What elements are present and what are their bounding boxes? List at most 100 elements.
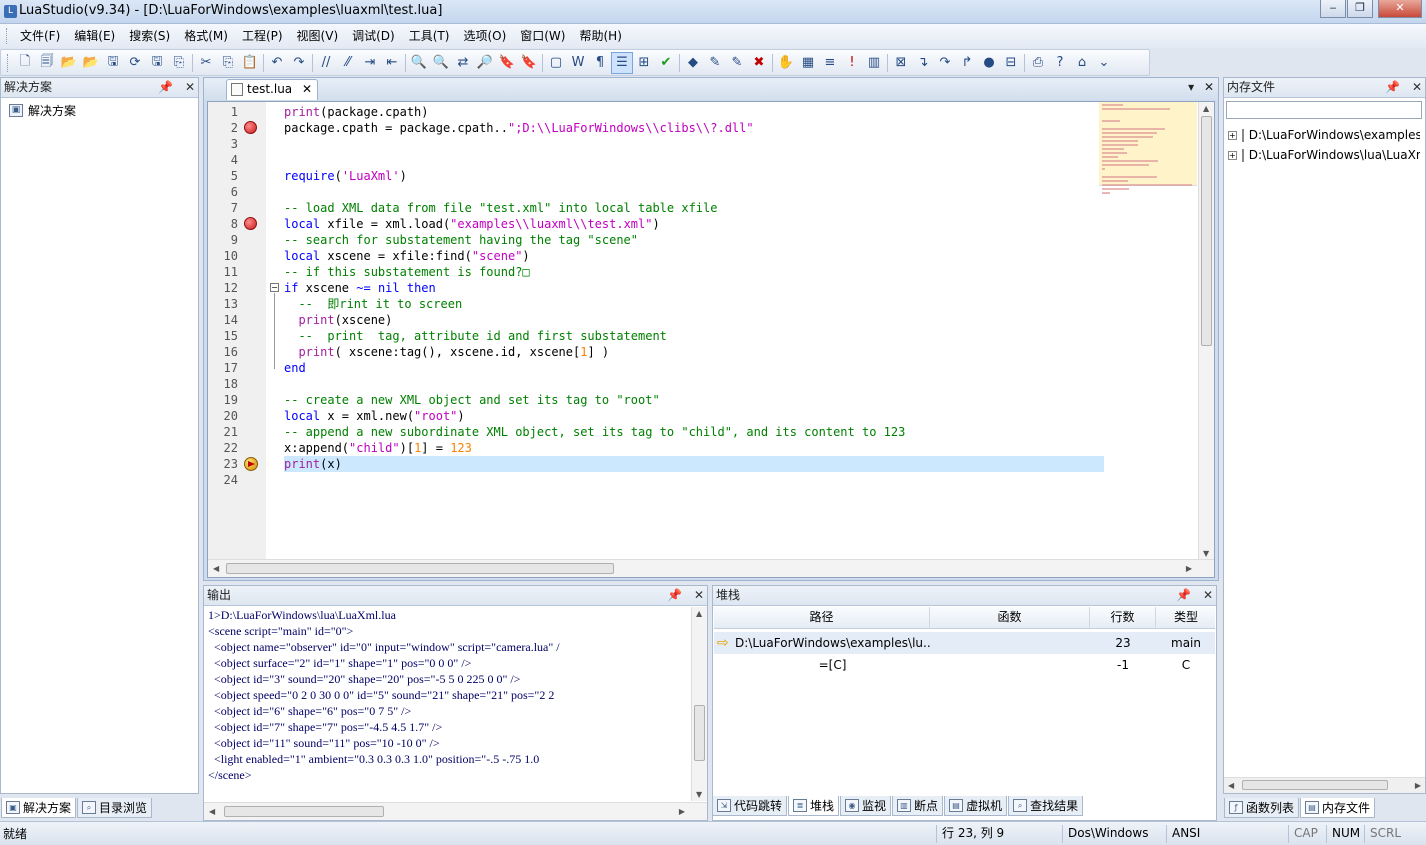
compile-icon[interactable]: ◆ [682,52,704,74]
copy-icon[interactable]: ⎘ [217,52,239,74]
code-line[interactable]: end [284,360,1104,376]
scroll-up-icon[interactable]: ▲ [696,609,702,618]
vertical-scroll-thumb[interactable] [1201,116,1212,346]
build-icon[interactable]: ✎ [704,52,726,74]
column-path[interactable]: 路径 [714,607,930,628]
maximize-button[interactable]: ❐ [1347,0,1373,18]
code-text[interactable]: print(package.cpath) package.cpath = pack… [266,102,1196,560]
menu-project[interactable]: 工程(P) [235,25,290,47]
column-line[interactable]: 行数 [1090,607,1156,628]
scroll-left-icon[interactable]: ◀ [213,564,219,573]
columns-icon[interactable]: ▥ [863,52,885,74]
tab-vm[interactable]: ▤ 虚拟机 [944,796,1008,816]
column-type[interactable]: 类型 [1156,607,1216,628]
menu-window[interactable]: 窗口(W) [513,25,572,47]
code-line[interactable]: package.cpath = package.cpath..";D:\\Lua… [284,120,1104,136]
undo-icon[interactable]: ↶ [266,52,288,74]
menu-file[interactable]: 文件(F) [13,25,67,47]
code-line[interactable] [284,136,1104,152]
line-numbers-icon[interactable]: ☰ [611,51,633,74]
pin-icon[interactable]: 📌 [667,588,682,602]
menu-options[interactable]: 选项(O) [456,25,513,47]
code-line[interactable]: -- append a new subordinate XML object, … [284,424,1104,440]
horizontal-scroll-thumb[interactable] [226,563,614,574]
code-line[interactable]: -- load XML data from file "test.xml" in… [284,200,1104,216]
output-vscroll-thumb[interactable] [694,705,705,761]
current-line-arrow-icon[interactable] [244,457,258,471]
scroll-left-icon[interactable]: ◀ [1228,781,1234,790]
code-line[interactable]: local xfile = xml.load("examples\\luaxml… [284,216,1104,232]
stack-row[interactable]: =[C] -1 C [714,654,1215,676]
pin-icon[interactable]: 📌 [1176,588,1191,602]
save-icon[interactable]: 🖫 [146,52,168,74]
tab-find-results[interactable]: ⌕ 查找结果 [1008,796,1084,816]
open-project-icon[interactable]: 📂 [80,52,102,74]
code-line[interactable]: -- print tag, attribute id and first sub… [284,328,1104,344]
memory-filter-input[interactable] [1226,101,1422,119]
code-line[interactable]: print(x) [284,456,1104,472]
hand-icon[interactable]: ✋ [775,52,797,74]
outdent-icon[interactable]: ⇤ [381,52,403,74]
output-hscrollbar[interactable]: ◀ ▶ [204,802,707,820]
save-all-icon[interactable]: 🖫 [102,52,124,74]
memory-file-item[interactable]: + D:\LuaForWindows\examples [1228,128,1420,142]
check-icon[interactable]: ✔ [655,52,677,74]
new-file-icon[interactable]: 🗋 [14,52,36,74]
ruler-icon[interactable]: ▦ [797,52,819,74]
frame-icon[interactable]: ▢ [545,52,567,74]
fold-toggle-icon[interactable]: − [270,283,279,292]
code-line[interactable]: print(xscene) [284,312,1104,328]
code-line[interactable]: if xscene ~= nil then [284,280,1104,296]
tab-function-list[interactable]: ƒ 函数列表 [1224,798,1300,818]
code-line[interactable]: -- if this substatement is found?□ [284,264,1104,280]
code-line[interactable]: local x = xml.new("root") [284,408,1104,424]
bookmark-next-icon[interactable]: 🔖 [518,52,540,74]
scroll-right-icon[interactable]: ▶ [1415,781,1421,790]
breakpoint-icon[interactable] [244,217,257,230]
tab-breakpoints[interactable]: ▥ 断点 [892,796,944,816]
menu-search[interactable]: 搜索(S) [122,25,177,47]
debug-icon[interactable]: ⊠ [890,52,912,74]
menu-view[interactable]: 视图(V) [290,25,346,47]
save-copy-icon[interactable]: ⎘ [168,52,190,74]
toolbar-overflow-icon[interactable]: ⌄ [1093,52,1115,74]
output-vscrollbar[interactable]: ▲ ▼ [691,607,707,801]
redo-icon[interactable]: ↷ [288,52,310,74]
tab-memory-files[interactable]: ▤ 内存文件 [1300,798,1376,818]
tab-stack[interactable]: ≣ 堆栈 [788,796,840,816]
solution-tree-item[interactable]: ▣ 解决方案 [9,102,76,119]
code-line[interactable]: local xscene = xfile:find("scene") [284,248,1104,264]
code-line[interactable]: -- 即rint it to screen [284,296,1104,312]
find-in-files-icon[interactable]: 🔎 [474,52,496,74]
step-over-icon[interactable]: ↷ [934,52,956,74]
word-wrap-icon[interactable]: W [567,52,589,74]
code-line[interactable]: print(package.cpath) [284,104,1104,120]
scroll-left-icon[interactable]: ◀ [209,807,215,816]
code-line[interactable]: -- search for substatement having the ta… [284,232,1104,248]
memory-hscrollbar[interactable]: ◀ ▶ [1224,777,1425,793]
code-line[interactable]: -- create a new XML object and set its t… [284,392,1104,408]
tree-icon[interactable]: ⊞ [633,52,655,74]
output-hscroll-thumb[interactable] [224,806,384,817]
exclamation-icon[interactable]: ! [841,52,863,74]
help-icon[interactable]: ? [1049,52,1071,74]
code-minimap[interactable] [1099,102,1197,194]
code-editor[interactable]: 1 2 3 4 5 6 7 8 9 10 11 12 13 14 15 16 17 18 19 20 21 22 23 24 … [207,101,1215,578]
code-line[interactable] [284,472,1104,488]
memory-file-item[interactable]: + D:\LuaForWindows\lua\LuaXml [1228,148,1420,162]
tab-list-dropdown-icon[interactable]: ▾ [1188,80,1194,94]
code-line[interactable] [284,184,1104,200]
editor-tab-test-lua[interactable]: test.lua ✕ [226,79,318,100]
step-out-icon[interactable]: ↱ [956,52,978,74]
scroll-right-icon[interactable]: ▶ [679,807,685,816]
code-line[interactable]: print( xscene:tag(), xscene.id, xscene[1… [284,344,1104,360]
menu-help[interactable]: 帮助(H) [572,25,628,47]
menu-tools[interactable]: 工具(T) [402,25,457,47]
close-icon[interactable]: ✕ [694,588,704,602]
find-next-icon[interactable]: 🔍 [430,52,452,74]
horizontal-scrollbar[interactable]: ◀ ▶ [208,559,1214,577]
pilcrow-icon[interactable]: ¶ [589,52,611,74]
scroll-up-icon[interactable]: ▲ [1203,104,1209,113]
list-icon[interactable]: ≡ [819,52,841,74]
indent-icon[interactable]: ⇥ [359,52,381,74]
